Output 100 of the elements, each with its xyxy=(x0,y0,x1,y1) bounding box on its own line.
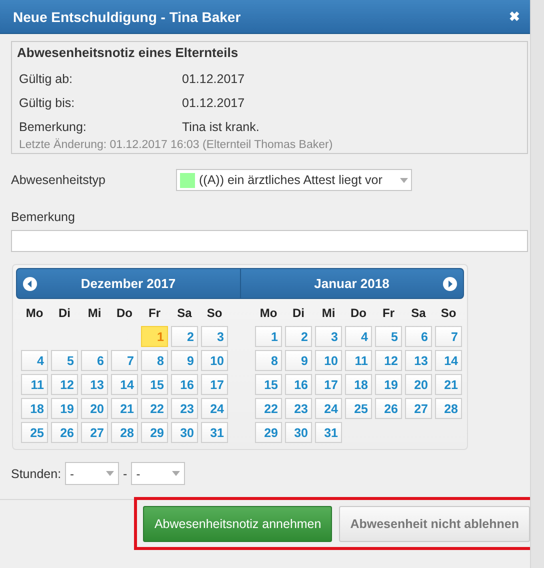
calendar-day[interactable]: 27 xyxy=(81,422,108,443)
calendar-day[interactable]: 17 xyxy=(201,374,228,395)
calendar-day[interactable]: 6 xyxy=(81,350,108,371)
field-label: Gültig bis: xyxy=(18,96,76,110)
calendar-day[interactable]: 26 xyxy=(51,422,78,443)
next-month-icon[interactable] xyxy=(442,276,457,290)
calendar-day[interactable]: 15 xyxy=(255,374,282,395)
calendar-day[interactable]: 28 xyxy=(111,422,138,443)
weekday-label: Mo xyxy=(24,305,44,322)
weekday-label: Sa xyxy=(410,305,427,322)
calendar-day[interactable]: 28 xyxy=(435,398,462,419)
calendar-day[interactable]: 16 xyxy=(171,374,198,395)
calendar-day[interactable]: 20 xyxy=(81,398,108,419)
calendar-day[interactable]: 7 xyxy=(435,326,462,347)
absence-type-dropdown[interactable]: ((A)) ein ärztliches Attest liegt vor xyxy=(176,169,412,191)
calendar-day[interactable]: 9 xyxy=(285,350,312,371)
calendar-day[interactable]: 12 xyxy=(375,350,402,371)
calendar-day[interactable]: 19 xyxy=(51,398,78,419)
calendar-day[interactable]: 4 xyxy=(345,326,372,347)
calendar-day[interactable]: 17 xyxy=(315,374,342,395)
calendar-day[interactable]: 6 xyxy=(405,326,432,347)
calendar-day[interactable]: 31 xyxy=(201,422,228,443)
calendar-day[interactable]: 31 xyxy=(315,422,342,443)
weekday-label: Mo xyxy=(258,305,278,322)
range-separator: - xyxy=(123,466,128,480)
calendar-day[interactable]: 24 xyxy=(201,398,228,419)
calendar-day[interactable]: 18 xyxy=(21,398,48,419)
calendar-day[interactable]: 15 xyxy=(141,374,168,395)
calendar-day[interactable]: 21 xyxy=(111,398,138,419)
weekday-label: Di xyxy=(292,305,306,322)
calendar-day[interactable]: 5 xyxy=(375,326,402,347)
calendar-day[interactable]: 11 xyxy=(345,350,372,371)
calendar-day[interactable]: 8 xyxy=(141,350,168,371)
weekday-label: Fr xyxy=(382,305,396,322)
calendar-day[interactable]: 30 xyxy=(171,422,198,443)
calendar-day[interactable]: 23 xyxy=(285,398,312,419)
calendar-day[interactable]: 8 xyxy=(255,350,282,371)
calendar-day[interactable]: 24 xyxy=(315,398,342,419)
calendar-day[interactable]: 30 xyxy=(285,422,312,443)
calendar-day[interactable]: 12 xyxy=(51,374,78,395)
accept-button[interactable]: Abwesenheitsnotiz annehmen xyxy=(143,506,332,542)
calendar-day[interactable]: 16 xyxy=(285,374,312,395)
weekday-label: Di xyxy=(58,305,72,322)
field-value: 01.12.2017 xyxy=(182,96,245,110)
calendar-day[interactable]: 13 xyxy=(81,374,108,395)
calendar-day[interactable]: 21 xyxy=(435,374,462,395)
calendar-day[interactable]: 2 xyxy=(285,326,312,347)
calendar-day[interactable]: 19 xyxy=(375,374,402,395)
calendar-day[interactable]: 2 xyxy=(171,326,198,347)
calendar-day[interactable]: 29 xyxy=(141,422,168,443)
calendar-day[interactable]: 4 xyxy=(21,350,48,371)
calendar-day[interactable]: 7 xyxy=(111,350,138,371)
calendar-day[interactable]: 14 xyxy=(111,374,138,395)
caret-icon xyxy=(106,471,114,476)
weekday-label: Mi xyxy=(320,305,336,322)
field-value: 01.12.2017 xyxy=(182,72,245,86)
calendar-day[interactable]: 11 xyxy=(21,374,48,395)
calendar-day[interactable]: 13 xyxy=(405,350,432,371)
weekday-label: Sa xyxy=(176,305,193,322)
calendar-day[interactable]: 22 xyxy=(141,398,168,419)
remark-label: Bemerkung xyxy=(11,210,76,224)
calendar-day[interactable]: 25 xyxy=(345,398,372,419)
calendar-day[interactable]: 3 xyxy=(201,326,228,347)
calendar-day[interactable]: 1 xyxy=(141,326,168,347)
calendar-day[interactable]: 27 xyxy=(405,398,432,419)
field-value: Tina ist krank. xyxy=(182,120,260,134)
absence-type-label: Abwesenheitstyp xyxy=(11,173,107,187)
weekday-label: So xyxy=(206,305,224,322)
last-change-note: Letzte Änderung: 01.12.2017 16:03 (Elternteil Thomas Baker) xyxy=(18,139,334,151)
weekday-label: Mi xyxy=(86,305,102,322)
caret-icon xyxy=(172,471,180,476)
previous-month-icon[interactable] xyxy=(23,276,37,290)
close-button[interactable]: ✖ xyxy=(509,9,520,24)
calendar-day[interactable]: 10 xyxy=(201,350,228,371)
calendar-day[interactable]: 23 xyxy=(171,398,198,419)
calendar-day[interactable]: 9 xyxy=(171,350,198,371)
calendar-day[interactable]: 20 xyxy=(405,374,432,395)
calendar-day[interactable]: 22 xyxy=(255,398,282,419)
weekday-label: Do xyxy=(350,305,368,322)
weekday-label: Fr xyxy=(148,305,162,322)
calendar-day[interactable]: 3 xyxy=(315,326,342,347)
caret-icon xyxy=(400,178,408,182)
calendar-day[interactable]: 18 xyxy=(345,374,372,395)
calendar-day[interactable]: 26 xyxy=(375,398,402,419)
calendar-day[interactable]: 14 xyxy=(435,350,462,371)
calendar-day[interactable]: 10 xyxy=(315,350,342,371)
field-label: Gültig ab: xyxy=(18,72,74,86)
window-title: Neue Entschuldigung - Tina Baker xyxy=(13,8,241,24)
calendar-day[interactable]: 25 xyxy=(21,422,48,443)
remark-input-field[interactable] xyxy=(11,230,528,252)
weekday-label: Do xyxy=(116,305,134,322)
calendar-day[interactable]: 29 xyxy=(255,422,282,443)
hour-to-dropdown[interactable]: - xyxy=(131,462,186,485)
hours-label: Stunden: xyxy=(11,466,62,480)
month-title: Dezember 2017 xyxy=(80,276,176,291)
calendar-day[interactable]: 5 xyxy=(51,350,78,371)
calendar-day[interactable]: 1 xyxy=(255,326,282,347)
scrollbar[interactable] xyxy=(530,0,544,568)
hour-from-dropdown[interactable]: - xyxy=(65,462,120,485)
decline-button[interactable]: Abwesenheit nicht ablehnen xyxy=(339,506,530,542)
